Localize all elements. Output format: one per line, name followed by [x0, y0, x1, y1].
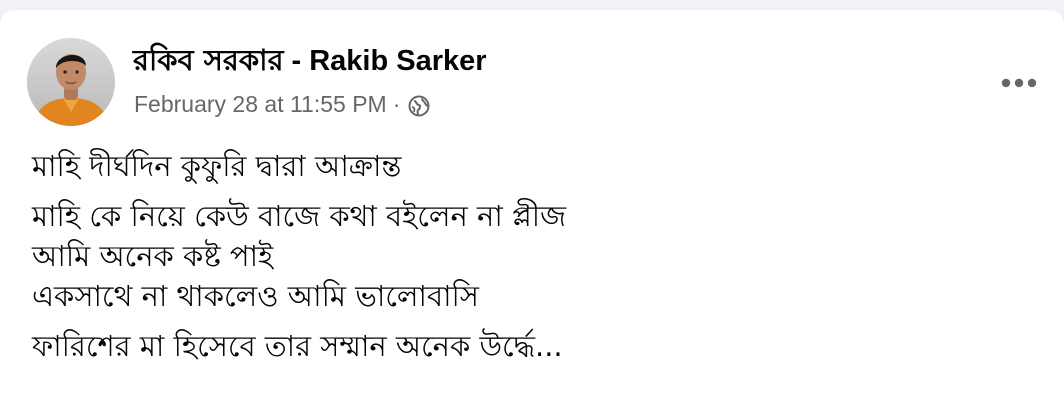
post-meta: February 28 at 11:55 PM ·: [134, 88, 430, 120]
post-text-line: ফারিশের মা হিসেবে তার সম্মান অনেক উর্দ্ধ…: [32, 329, 563, 363]
post-text: মাহি দীর্ঘদিন কুফুরি দ্বারা আক্রান্ত মাহ…: [32, 146, 1032, 366]
globe-icon[interactable]: [408, 93, 430, 117]
avatar[interactable]: [27, 38, 115, 126]
meta-separator: ·: [392, 91, 401, 117]
author-name-english[interactable]: Rakib Sarker: [309, 45, 486, 77]
post-author: রকিব সরকার - Rakib Sarker: [133, 40, 487, 80]
post-options-button[interactable]: [996, 66, 1042, 100]
post-text-line: একসাথে না থাকলেও আমি ভালোবাসি: [32, 279, 479, 313]
post-paragraph: মাহি কে নিয়ে কেউ বাজে কথা বইলেন না প্লী…: [32, 196, 1032, 316]
author-name-bengali[interactable]: রকিব সরকার: [133, 43, 284, 77]
post-paragraph: মাহি দীর্ঘদিন কুফুরি দ্বারা আক্রান্ত: [32, 146, 1032, 186]
post-timestamp[interactable]: February 28 at 11:55 PM: [134, 88, 387, 120]
more-horizontal-icon: [1001, 78, 1037, 88]
post-paragraph: ফারিশের মা হিসেবে তার সম্মান অনেক উর্দ্ধ…: [32, 326, 1032, 366]
post-text-line: মাহি দীর্ঘদিন কুফুরি দ্বারা আক্রান্ত: [32, 149, 402, 183]
post-text-line: মাহি কে নিয়ে কেউ বাজে কথা বইলেন না প্লী…: [32, 199, 567, 233]
post-text-line: আমি অনেক কষ্ট পাই: [32, 239, 274, 273]
author-name-separator: -: [291, 45, 302, 77]
post-card: রকিব সরকার - Rakib Sarker February 28 at 1…: [0, 10, 1064, 416]
profile-photo: [27, 38, 115, 126]
